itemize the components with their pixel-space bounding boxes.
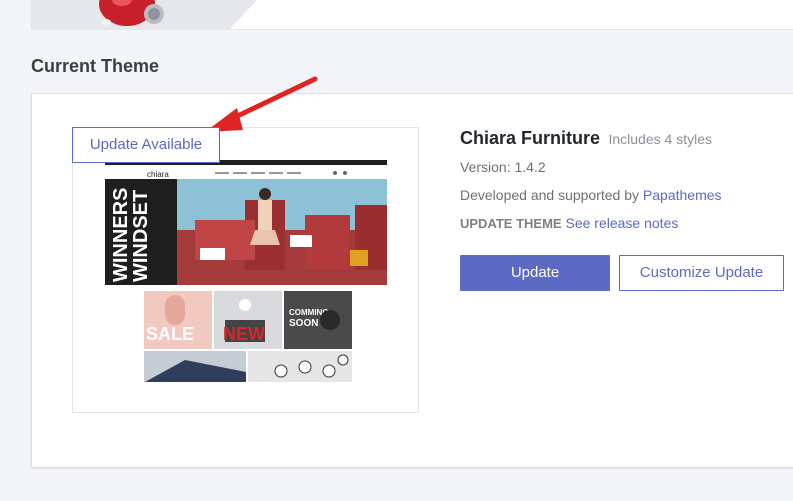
mock-logo: chiara bbox=[147, 170, 169, 179]
theme-version: Version: 1.4.2 bbox=[460, 159, 546, 175]
top-banner bbox=[31, 0, 793, 30]
theme-screenshot[interactable]: chiara WINNERS WINDSET SALE NEW COMMING … bbox=[105, 160, 387, 382]
section-title: Current Theme bbox=[31, 56, 160, 76]
theme-title-row: Chiara Furniture Includes 4 styles bbox=[460, 128, 793, 149]
mock-banner-text-2: WINDSET bbox=[130, 190, 152, 282]
customize-update-button[interactable]: Customize Update bbox=[619, 255, 784, 291]
update-theme-label: UPDATE THEME bbox=[460, 216, 562, 231]
release-notes-link[interactable]: See release notes bbox=[566, 215, 679, 231]
update-theme-line: UPDATE THEME See release notes bbox=[460, 215, 793, 231]
developer-prefix: Developed and supported by bbox=[460, 187, 640, 203]
mock-tile-new: NEW bbox=[223, 324, 265, 344]
update-available-badge[interactable]: Update Available bbox=[72, 127, 220, 163]
mock-banner-text-1: WINNERS bbox=[110, 188, 132, 282]
theme-name: Chiara Furniture bbox=[460, 128, 601, 148]
mock-tile-sale: SALE bbox=[146, 324, 194, 344]
theme-developer-line: Developed and supported by Papathemes bbox=[460, 187, 793, 203]
current-theme-card: Update Available chiara WINNERS WINDSET bbox=[31, 93, 793, 468]
mock-tile-soon: SOON bbox=[289, 318, 318, 329]
theme-preview: Update Available chiara WINNERS WINDSET bbox=[72, 127, 419, 413]
update-button[interactable]: Update bbox=[460, 255, 610, 291]
developer-link[interactable]: Papathemes bbox=[643, 187, 722, 203]
theme-styles-count: Includes 4 styles bbox=[608, 131, 712, 147]
stand-mixer-image bbox=[99, 0, 164, 26]
theme-info: Chiara Furniture Includes 4 styles Versi… bbox=[460, 128, 793, 231]
